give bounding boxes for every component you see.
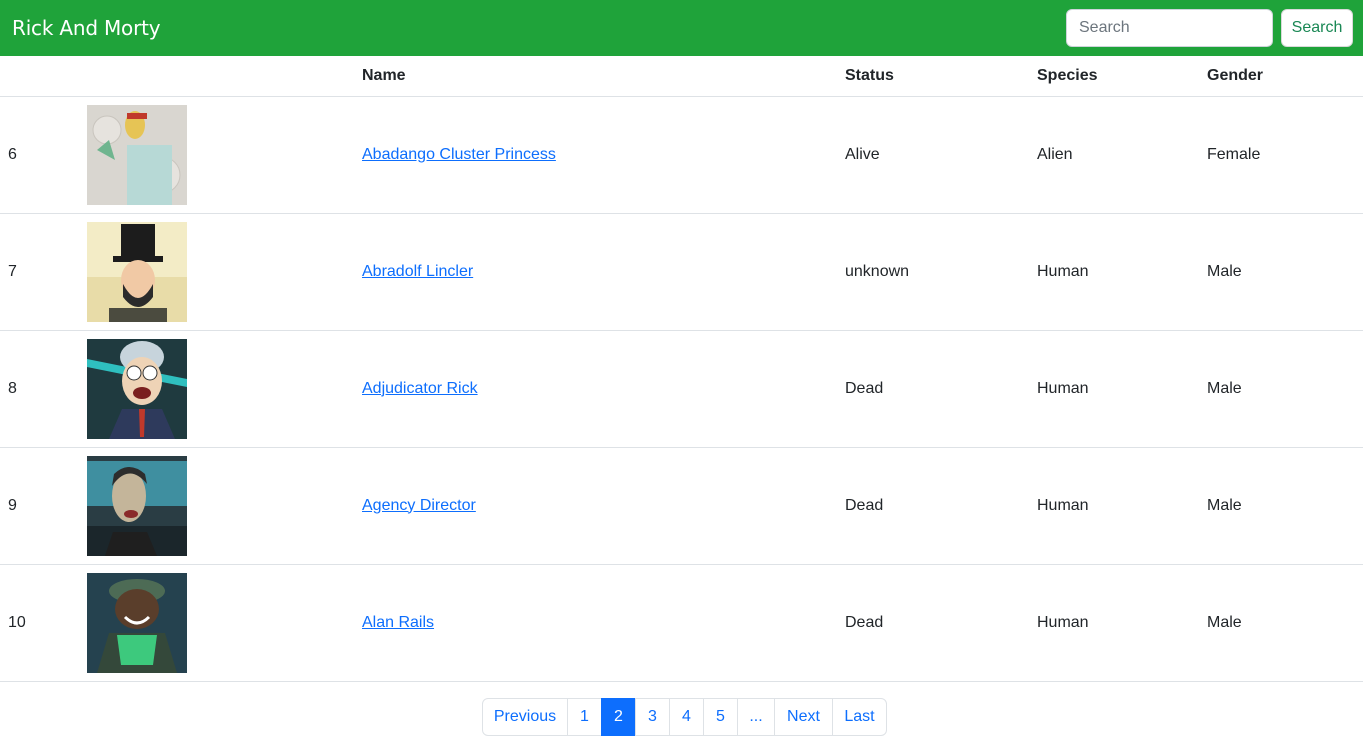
- character-species: Human: [1029, 564, 1199, 682]
- character-status: Dead: [837, 564, 1029, 682]
- character-name-link[interactable]: Alan Rails: [362, 614, 434, 631]
- character-avatar: [87, 221, 187, 322]
- character-species: Human: [1029, 330, 1199, 448]
- character-status: Dead: [837, 330, 1029, 448]
- pagination-ellipsis[interactable]: ...: [737, 698, 775, 736]
- header-image: [79, 56, 354, 97]
- character-name-link[interactable]: Agency Director: [362, 497, 476, 514]
- table-row: 7 Abradolf Lincler unknown Human Male: [0, 213, 1363, 331]
- pagination-page-3[interactable]: 3: [635, 698, 670, 736]
- header-gender: Gender: [1199, 56, 1363, 97]
- character-gender: Male: [1199, 447, 1363, 565]
- character-species: Alien: [1029, 96, 1199, 214]
- character-id: 7: [0, 213, 79, 331]
- table-row: 8 Adjudicator Rick Dead Human Male: [0, 330, 1363, 448]
- character-gender: Male: [1199, 564, 1363, 682]
- table-row: 6 Abadango Cluster Princess Alive Alien …: [0, 96, 1363, 214]
- character-id: 6: [0, 96, 79, 214]
- table-row: 9 Agency Director Dead Human Male: [0, 447, 1363, 565]
- header-name: Name: [354, 56, 837, 97]
- character-gender: Male: [1199, 213, 1363, 331]
- character-id: 9: [0, 447, 79, 565]
- search-input[interactable]: [1066, 9, 1273, 47]
- header-id: [0, 56, 79, 97]
- character-name-link[interactable]: Abadango Cluster Princess: [362, 146, 556, 163]
- character-avatar: [87, 338, 187, 439]
- characters-table: Name Status Species Gender 6 Abadango Cl…: [0, 56, 1363, 682]
- character-image-cell: [79, 330, 354, 448]
- header-species: Species: [1029, 56, 1199, 97]
- character-gender: Male: [1199, 330, 1363, 448]
- navbar: Rick And Morty Search: [0, 0, 1363, 56]
- character-image-cell: [79, 96, 354, 214]
- character-id: 10: [0, 564, 79, 682]
- character-avatar: [87, 572, 187, 673]
- character-avatar: [87, 104, 187, 205]
- pagination-last[interactable]: Last: [832, 698, 887, 736]
- character-image-cell: [79, 564, 354, 682]
- table-row: 10 Alan Rails Dead Human Male: [0, 564, 1363, 682]
- header-status: Status: [837, 56, 1029, 97]
- character-avatar: [87, 455, 187, 556]
- pagination-previous[interactable]: Previous: [482, 698, 568, 736]
- character-status: unknown: [837, 213, 1029, 331]
- character-species: Human: [1029, 447, 1199, 565]
- character-image-cell: [79, 447, 354, 565]
- character-name-link[interactable]: Abradolf Lincler: [362, 263, 473, 280]
- pagination: Previous 1 2 3 4 5 ... Next Last: [482, 698, 887, 736]
- search-button[interactable]: Search: [1281, 9, 1353, 47]
- character-status: Alive: [837, 96, 1029, 214]
- pagination-page-4[interactable]: 4: [669, 698, 704, 736]
- pagination-page-5[interactable]: 5: [703, 698, 738, 736]
- character-id: 8: [0, 330, 79, 448]
- character-species: Human: [1029, 213, 1199, 331]
- character-status: Dead: [837, 447, 1029, 565]
- pagination-next[interactable]: Next: [774, 698, 833, 736]
- table-header-row: Name Status Species Gender: [0, 56, 1363, 97]
- character-name-link[interactable]: Adjudicator Rick: [362, 380, 478, 397]
- pagination-page-1[interactable]: 1: [567, 698, 602, 736]
- brand-title[interactable]: Rick And Morty: [12, 16, 161, 40]
- pagination-page-2[interactable]: 2: [601, 698, 636, 736]
- character-gender: Female: [1199, 96, 1363, 214]
- character-image-cell: [79, 213, 354, 331]
